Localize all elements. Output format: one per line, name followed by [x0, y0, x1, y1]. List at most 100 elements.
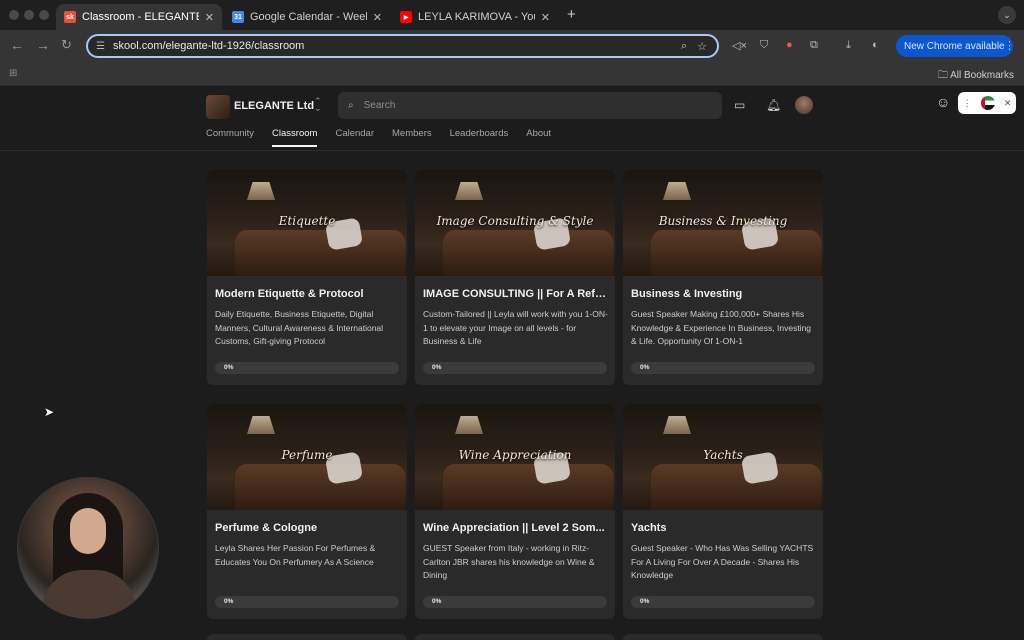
- course-thumbnail[interactable]: Etiquette: [207, 170, 407, 276]
- maximize-window-button[interactable]: [39, 10, 49, 20]
- thumbnail-sofa: [443, 230, 613, 276]
- download-icon[interactable]: ⤓: [846, 39, 851, 52]
- forward-arrow-icon[interactable]: →: [36, 37, 50, 53]
- course-title[interactable]: IMAGE CONSULTING || For A Refin...: [423, 288, 609, 300]
- puzzle-extensions-icon[interactable]: ⧉: [810, 39, 818, 52]
- thumbnail-lamp: [247, 182, 275, 200]
- close-icon[interactable]: ✕: [1004, 98, 1012, 109]
- progress-percent: 0%: [432, 364, 442, 371]
- thumbnail-title: Perfume: [281, 448, 333, 462]
- thumbnail-title: Etiquette: [278, 214, 336, 228]
- course-progress-bar: 0%: [631, 362, 815, 374]
- course-card[interactable]: Yachts Yachts Guest Speaker - Who Has Was …: [623, 404, 823, 619]
- bookmark-star-icon[interactable]: ☆: [697, 40, 707, 53]
- tab-about[interactable]: About: [526, 128, 551, 147]
- course-description: Daily Etiquette, Business Etiquette, Dig…: [215, 309, 384, 346]
- course-description: GUEST Speaker from Italy - working in Ri…: [423, 543, 595, 580]
- group-name[interactable]: ELEGANTE Ltd: [234, 100, 314, 112]
- tab-label: Google Calendar - Week of 2: [250, 11, 367, 23]
- back-arrow-icon[interactable]: ←: [10, 37, 24, 53]
- progress-percent: 0%: [224, 598, 234, 605]
- course-title[interactable]: Yachts: [631, 522, 817, 534]
- notification-bell-icon[interactable]: 🔔︎: [766, 98, 781, 112]
- thumbnail-lamp: [663, 182, 691, 200]
- calendar-favicon-icon: 31: [232, 11, 244, 23]
- thumbnail-title: Yachts: [703, 448, 743, 462]
- course-card[interactable]: Wine Appreciation Wine Appreciation || Le…: [415, 404, 615, 619]
- course-title[interactable]: Perfume & Cologne: [215, 522, 401, 534]
- browser-tab-calendar[interactable]: 31 Google Calendar - Week of 2 ✕: [224, 4, 390, 30]
- chrome-menu-icon[interactable]: ⋮: [1004, 39, 1015, 52]
- course-card[interactable]: Image Consulting & Style IMAGE CONSULTING…: [415, 170, 615, 385]
- thumbnail-sofa: [235, 230, 405, 276]
- course-progress-bar: 0%: [423, 596, 607, 608]
- thumbnail-sofa: [235, 464, 405, 510]
- course-thumbnail[interactable]: Perfume: [207, 404, 407, 510]
- tab-classroom[interactable]: Classroom: [272, 128, 318, 147]
- mouse-cursor-icon: ➤: [44, 405, 55, 419]
- zoom-icon[interactable]: ⌕: [681, 40, 687, 53]
- course-card[interactable]: Perfume Perfume & Cologne Leyla Shares Her…: [207, 404, 407, 619]
- group-switcher-chevron-icon[interactable]: ⌃ ⌄: [314, 97, 322, 113]
- extension-popup[interactable]: ⋮ ✕: [958, 92, 1016, 114]
- close-tab-icon[interactable]: ✕: [373, 11, 382, 24]
- course-card[interactable]: Business & Investing Business & Investing…: [623, 170, 823, 385]
- tab-members[interactable]: Members: [392, 128, 432, 147]
- course-title[interactable]: Business & Investing: [631, 288, 817, 300]
- thumbnail-title: Wine Appreciation: [458, 448, 572, 462]
- course-card[interactable]: Etiquette Modern Etiquette & Protocol Dail…: [207, 170, 407, 385]
- browser-tab-youtube[interactable]: ▶ LEYLA KARIMOVA - YouTube ✕: [392, 4, 558, 30]
- course-description: Leyla Shares Her Passion For Perfumes & …: [215, 543, 376, 567]
- course-thumbnail[interactable]: Image Consulting & Style: [415, 170, 615, 276]
- minimize-window-button[interactable]: [24, 10, 34, 20]
- course-thumbnail[interactable]: Business & Investing: [623, 170, 823, 276]
- close-window-button[interactable]: [9, 10, 19, 20]
- url-text[interactable]: skool.com/elegante-ltd-1926/classroom: [113, 40, 681, 52]
- progress-percent: 0%: [224, 364, 234, 371]
- course-title[interactable]: Wine Appreciation || Level 2 Som...: [423, 522, 609, 534]
- progress-percent: 0%: [432, 598, 442, 605]
- group-logo[interactable]: [206, 95, 230, 119]
- thumbnail-sofa: [651, 464, 821, 510]
- site-info-icon[interactable]: ☰: [96, 41, 105, 52]
- search-icon: ⌕: [348, 100, 354, 111]
- course-card-peek: [415, 634, 615, 640]
- course-description: Custom-Tailored || Leyla will work with …: [423, 309, 608, 346]
- apps-grid-icon[interactable]: ⊞: [9, 68, 17, 79]
- tab-calendar[interactable]: Calendar: [335, 128, 374, 147]
- course-description: Guest Speaker Making £100,000+ Shares Hi…: [631, 309, 812, 346]
- tab-search-icon[interactable]: ⌄: [998, 6, 1016, 24]
- close-tab-icon[interactable]: ✕: [205, 11, 214, 24]
- course-title[interactable]: Modern Etiquette & Protocol: [215, 288, 401, 300]
- course-thumbnail[interactable]: Wine Appreciation: [415, 404, 615, 510]
- chat-icon[interactable]: ▭: [734, 98, 745, 112]
- shield-extension-icon[interactable]: ⛉: [760, 39, 768, 52]
- reload-icon[interactable]: ↻: [61, 37, 72, 53]
- search-placeholder: Search: [363, 100, 396, 111]
- browser-tab-strip: sk Classroom - ELEGANTE Ltd ✕ 31 Google …: [0, 0, 1024, 30]
- extension-badge-icon[interactable]: ●: [786, 39, 793, 51]
- user-avatar[interactable]: [795, 96, 813, 114]
- course-progress-bar: 0%: [423, 362, 607, 374]
- tab-community[interactable]: Community: [206, 128, 254, 147]
- chrome-update-button[interactable]: New Chrome available: [896, 35, 1013, 57]
- uae-flag-icon: [980, 96, 995, 110]
- search-input[interactable]: ⌕ Search: [338, 92, 722, 119]
- address-bar[interactable]: ☰ skool.com/elegante-ltd-1926/classroom …: [86, 34, 719, 58]
- tab-label: Classroom - ELEGANTE Ltd: [82, 11, 199, 23]
- thumbnail-sofa: [443, 464, 613, 510]
- more-options-icon[interactable]: ⋮: [963, 98, 972, 109]
- muted-speaker-icon[interactable]: ◁×: [732, 39, 747, 52]
- close-tab-icon[interactable]: ✕: [541, 11, 550, 24]
- app-header: ELEGANTE Ltd ⌃ ⌄ ⌕ Search ▭ 🔔︎ ☺ ⋮ ✕ Comm…: [0, 86, 1024, 151]
- course-thumbnail[interactable]: Yachts: [623, 404, 823, 510]
- profile-icon[interactable]: ◐: [872, 39, 879, 51]
- tab-leaderboards[interactable]: Leaderboards: [450, 128, 509, 147]
- all-bookmarks-button[interactable]: 🗀 All Bookmarks: [938, 68, 1014, 85]
- progress-percent: 0%: [640, 364, 650, 371]
- browser-tab-classroom[interactable]: sk Classroom - ELEGANTE Ltd ✕: [56, 4, 222, 30]
- cat-extension-icon[interactable]: ☺: [936, 94, 954, 114]
- thumbnail-lamp: [455, 182, 483, 200]
- new-tab-button[interactable]: +: [567, 6, 576, 23]
- bookmarks-bar: ⊞ 🗀 All Bookmarks: [0, 62, 1024, 86]
